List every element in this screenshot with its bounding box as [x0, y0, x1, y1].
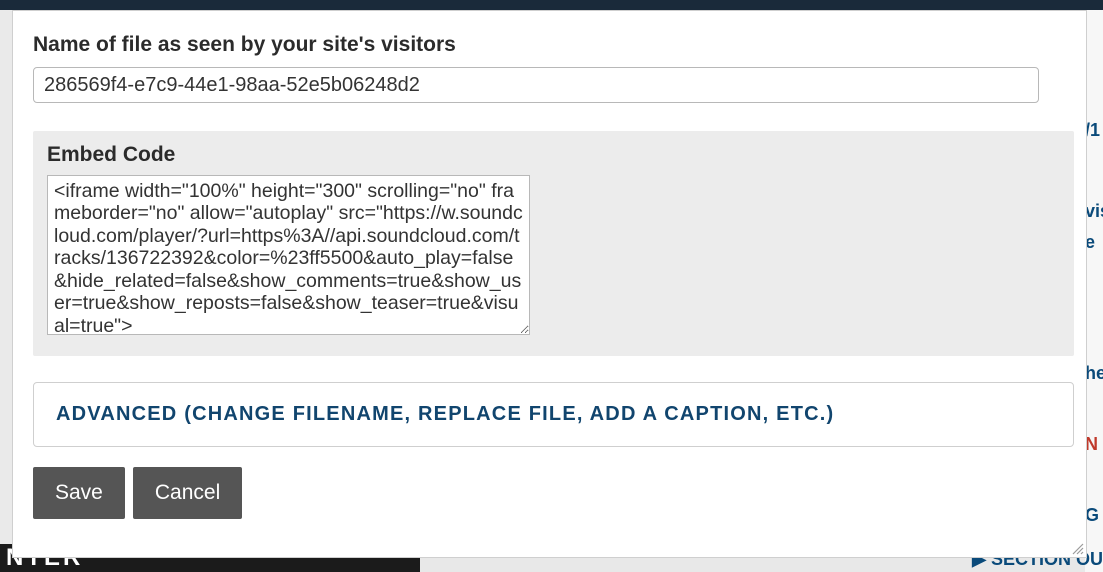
advanced-toggle-link[interactable]: ADVANCED (CHANGE FILENAME, REPLACE FILE,…: [56, 403, 834, 425]
resize-handle-icon[interactable]: [1070, 541, 1084, 555]
bg-text-frag: vis: [1085, 201, 1103, 222]
embed-code-block: Embed Code: [33, 131, 1074, 356]
bg-right-fragment: /1 vis e he N G: [1085, 10, 1103, 572]
filename-label: Name of file as seen by your site's visi…: [33, 33, 1066, 57]
embed-code-textarea[interactable]: [47, 175, 530, 335]
save-button[interactable]: Save: [33, 467, 125, 519]
bg-left-fragment: [0, 10, 12, 572]
modal-button-row: Save Cancel: [33, 467, 1066, 519]
advanced-panel[interactable]: ADVANCED (CHANGE FILENAME, REPLACE FILE,…: [33, 382, 1074, 447]
embed-code-label: Embed Code: [47, 143, 1060, 167]
bg-text-frag: /1: [1085, 120, 1103, 141]
filename-input[interactable]: [33, 67, 1039, 103]
cancel-button[interactable]: Cancel: [133, 467, 242, 519]
bg-text-frag: N: [1085, 434, 1103, 455]
bg-text-frag: G: [1085, 505, 1103, 526]
app-topbar-fragment: [0, 0, 1103, 10]
bg-text-frag: he: [1085, 363, 1103, 384]
file-edit-modal: Name of file as seen by your site's visi…: [12, 10, 1087, 558]
bg-text-frag: e: [1085, 232, 1103, 253]
